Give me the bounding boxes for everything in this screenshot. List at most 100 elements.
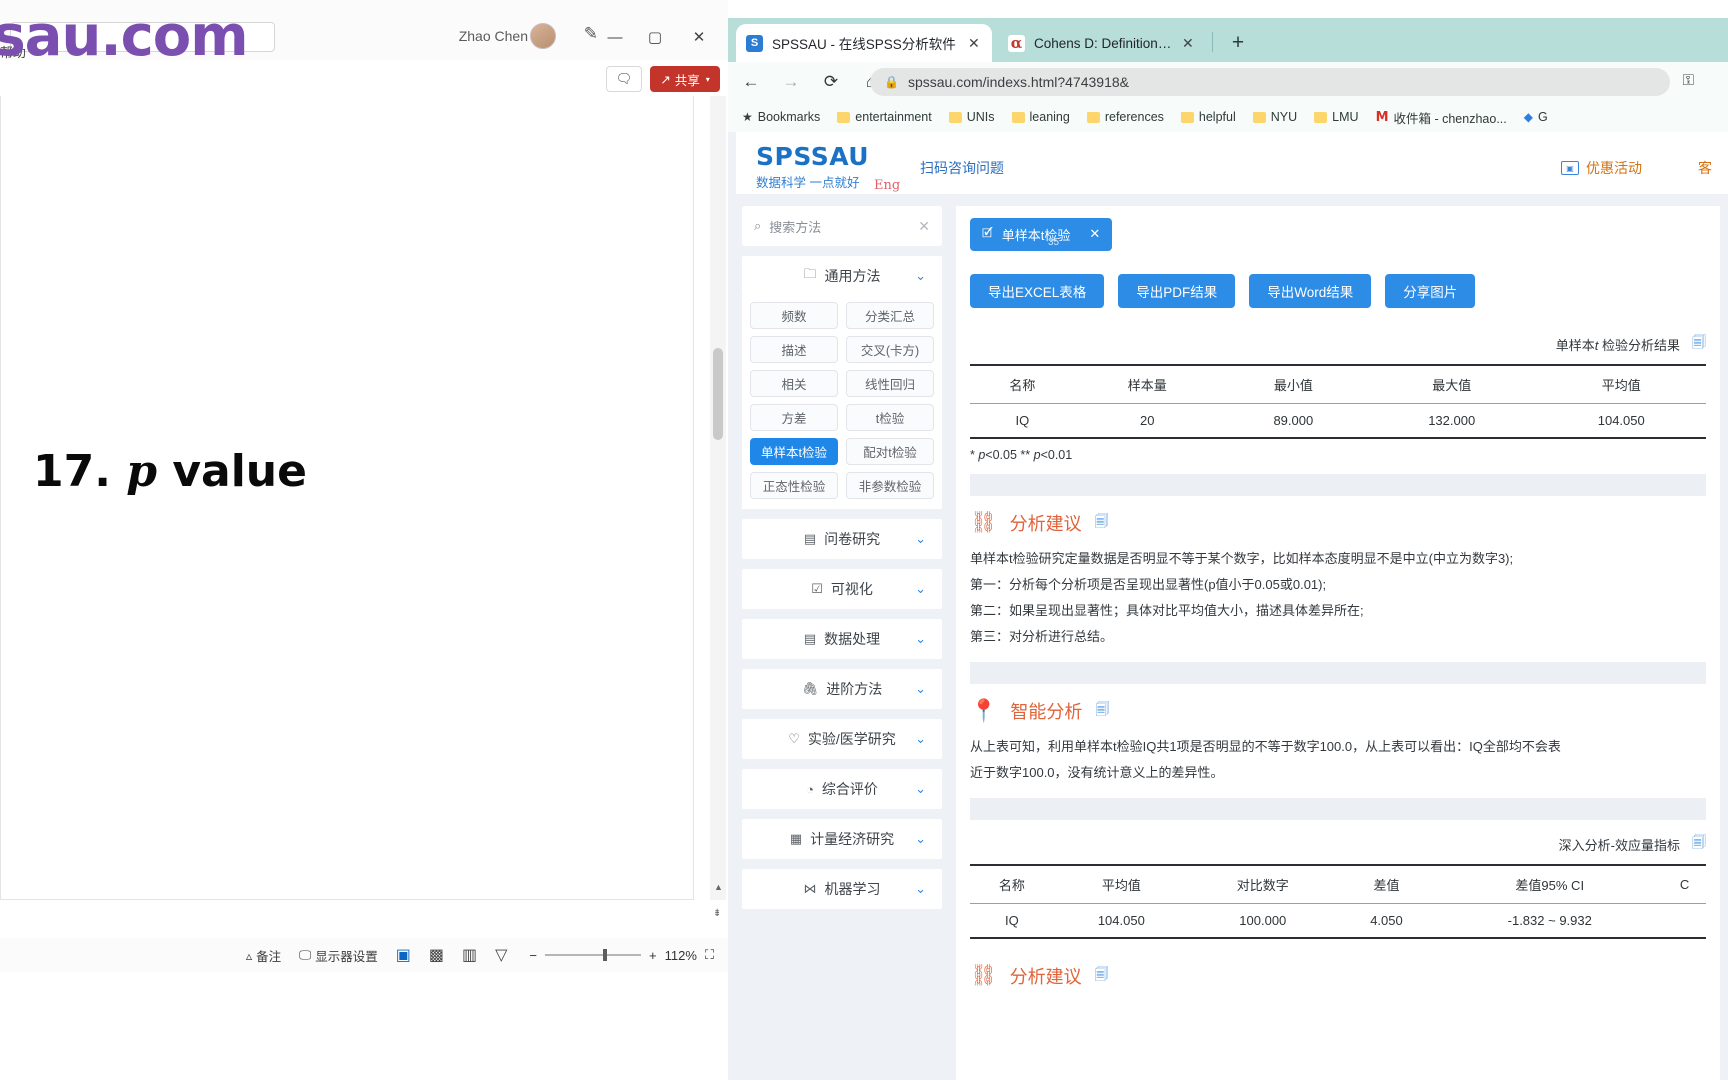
category-questionnaire-research[interactable]: ▤ 问卷研究 ⌄ [742,519,942,559]
browser-tab-cohens-d[interactable]: α Cohens D: Definition, Using & ✕ [998,24,1206,62]
bookmark-item-bookmarks[interactable]: ★ Bookmarks [736,108,826,126]
diamond-icon: ◆ [1523,110,1533,124]
share-image-button[interactable]: 分享图片 [1385,274,1476,308]
fit-to-window-icon[interactable]: ⛶ [705,947,714,963]
zoom-slider-knob[interactable] [603,949,607,961]
copy-icon[interactable]: 🗐 [1095,699,1109,723]
zoom-slider[interactable] [545,949,641,961]
pen-icon[interactable]: ✎ [584,24,598,44]
view-slide-sorter-icon[interactable]: ▩ [429,945,444,965]
zoom-out-button[interactable]: − [529,948,537,963]
promotion-link[interactable]: ▣ 优惠活动 [1561,158,1642,178]
bookmark-item-gmail[interactable]: M 收件箱 - chenzhao... [1370,106,1513,129]
results-scroll-area[interactable]: 单样本t 检验分析结果 🗐 名称 样本量 最小值 最大值 平均值 IQ 20 8… [956,320,1720,1080]
view-reading-icon[interactable]: ▥ [462,945,477,965]
scan-consult-link[interactable]: 扫码咨询问题 [920,158,1004,178]
category-general-methods[interactable]: 🗀 通用方法 ⌄ [742,256,942,296]
display-settings-button[interactable]: 🖵 显示器设置 [299,946,378,965]
bookmark-item-leaning[interactable]: leaning [1006,108,1076,126]
category-comprehensive-evaluation[interactable]: ◔ 综合评价 ⌄ [742,769,942,809]
method-classify-summary[interactable]: 分类汇总 [846,302,934,329]
method-one-sample-t-test[interactable]: 单样本t检验 [750,438,838,465]
method-t-test[interactable]: t检验 [846,404,934,431]
maximize-button[interactable]: ▢ [638,22,672,52]
category-advanced-methods[interactable]: 🖇 进阶方法 ⌄ [742,669,942,709]
category-label: 问卷研究 [824,531,881,547]
category-machine-learning[interactable]: ⋈ 机器学习 ⌄ [742,869,942,909]
slide-canvas[interactable]: 17. p value [0,96,694,900]
bookmark-item-unis[interactable]: UNIs [943,108,1001,126]
clear-icon[interactable]: ✕ [918,218,930,235]
copy-icon[interactable]: 🗐 [1095,964,1109,988]
minimize-button[interactable]: — [598,22,632,52]
bookmark-item-lmu[interactable]: LMU [1308,108,1364,126]
copy-icon[interactable]: 🗐 [1692,332,1706,356]
bookmark-item-g[interactable]: ◆ G [1518,108,1554,126]
notes-button[interactable]: ▵ 备注 [246,946,281,965]
ticket-icon: ▣ [1561,161,1579,175]
edit-icon: 🗹 [982,225,993,240]
method-paired-t-test[interactable]: 配对t检验 [846,438,934,465]
bookmark-label: entertainment [855,110,932,124]
one-sample-t-test-table: 名称 样本量 最小值 最大值 平均值 IQ 20 89.000 132.000 … [970,364,1706,439]
overlay-title-text: ssau.com [0,4,249,69]
pin-icon: 📍 [970,698,998,723]
zoom-level-label[interactable]: 112% [665,948,697,963]
zoom-in-button[interactable]: + [649,948,657,963]
forward-button[interactable]: → [774,65,808,99]
view-slideshow-icon[interactable]: ▽ [495,945,507,965]
method-frequency[interactable]: 频数 [750,302,838,329]
export-excel-button[interactable]: 导出EXCEL表格 [970,274,1105,308]
comments-button[interactable]: 🗨 [606,66,642,92]
address-bar[interactable]: 🔒 spssau.com/indexs.html?4743918& [870,68,1670,96]
method-linear-regression[interactable]: 线性回归 [846,370,934,397]
close-icon[interactable]: ✕ [1182,35,1196,52]
category-econometrics-research[interactable]: ▦ 计量经济研究 ⌄ [742,819,942,859]
close-icon[interactable]: ✕ [968,35,982,52]
smart-analysis-heading: 📍 智能分析 🗐 [970,684,1706,734]
method-normality-test[interactable]: 正态性检验 [750,472,838,499]
category-visualization[interactable]: ☑ 可视化 ⌄ [742,569,942,609]
scroll-up-icon[interactable]: ▲ [714,882,723,892]
method-nonparametric-test[interactable]: 非参数检验 [846,472,934,499]
scrollbar-thumb[interactable] [713,348,723,440]
close-button[interactable]: ✕ [682,22,716,52]
view-normal-icon[interactable]: ▣ [396,945,411,965]
result-tab-one-sample-t-test[interactable]: 🗹 单样本t检验 35 ✕ [970,217,1113,251]
copy-icon[interactable]: 🗐 [1692,832,1706,856]
reload-button[interactable]: ⟳ [814,65,848,99]
slide-heading: 17. p value [33,446,307,497]
spssau-logo[interactable]: SPSSAU [756,142,869,171]
new-tab-button[interactable]: + [1224,30,1252,56]
export-buttons-row: 导出EXCEL表格 导出PDF结果 导出Word结果 分享图片 [970,262,1710,320]
customer-service-link[interactable]: 客 [1698,158,1712,178]
method-crosstab-chisquare[interactable]: 交叉(卡方) [846,336,934,363]
method-correlation[interactable]: 相关 [750,370,838,397]
scroll-double-down-icon[interactable]: ⇟ [713,908,721,919]
share-button[interactable]: ↗ 共享 ▾ [650,66,720,92]
back-button[interactable]: ← [734,65,768,99]
tab-title: Cohens D: Definition, Using & [1034,35,1173,51]
method-describe[interactable]: 描述 [750,336,838,363]
language-switch-eng[interactable]: Eng [874,178,900,193]
bookmark-item-helpful[interactable]: helpful [1175,108,1242,126]
category-data-processing[interactable]: ▤ 数据处理 ⌄ [742,619,942,659]
method-anova[interactable]: 方差 [750,404,838,431]
notes-icon: ▵ [245,948,253,963]
bookmark-item-entertainment[interactable]: entertainment [831,108,937,126]
avatar[interactable] [530,23,556,49]
key-icon[interactable]: ⚿ [1683,72,1694,89]
slide-vertical-scrollbar[interactable]: ▲ ⇟ [710,96,726,919]
export-word-button[interactable]: 导出Word结果 [1249,274,1372,308]
search-method-input[interactable]: ⌕ 搜索方法 ✕ [742,206,942,246]
export-pdf-button[interactable]: 导出PDF结果 [1118,274,1236,308]
smart-line-2: 近于数字100.0，没有统计意义上的差异性。 [970,765,1224,780]
bookmark-item-nyu[interactable]: NYU [1247,108,1303,126]
chevron-down-icon: ⌄ [915,581,926,596]
browser-tab-spssau[interactable]: S SPSSAU - 在线SPSS分析软件 ✕ [736,24,992,62]
close-icon[interactable]: ✕ [1089,226,1100,242]
chart-icon: ☑ [811,581,823,596]
bookmark-item-references[interactable]: references [1081,108,1170,126]
category-experimental-medical-research[interactable]: ♡ 实验/医学研究 ⌄ [742,719,942,759]
copy-icon[interactable]: 🗐 [1095,511,1109,535]
